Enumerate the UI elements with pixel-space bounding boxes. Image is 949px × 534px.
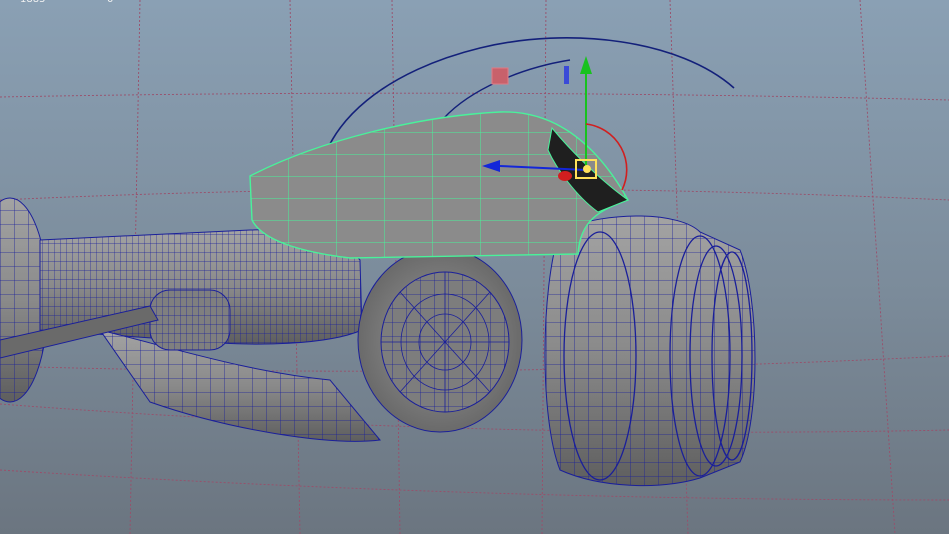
tyre-mesh[interactable] [544,215,756,487]
suspension-arm-mesh[interactable] [0,229,381,442]
maya-viewport[interactable]: 1885 0 [0,0,949,534]
hub-mesh[interactable] [357,247,523,433]
scene-canvas[interactable] [0,0,949,534]
selected-fender-mesh[interactable] [249,111,630,259]
